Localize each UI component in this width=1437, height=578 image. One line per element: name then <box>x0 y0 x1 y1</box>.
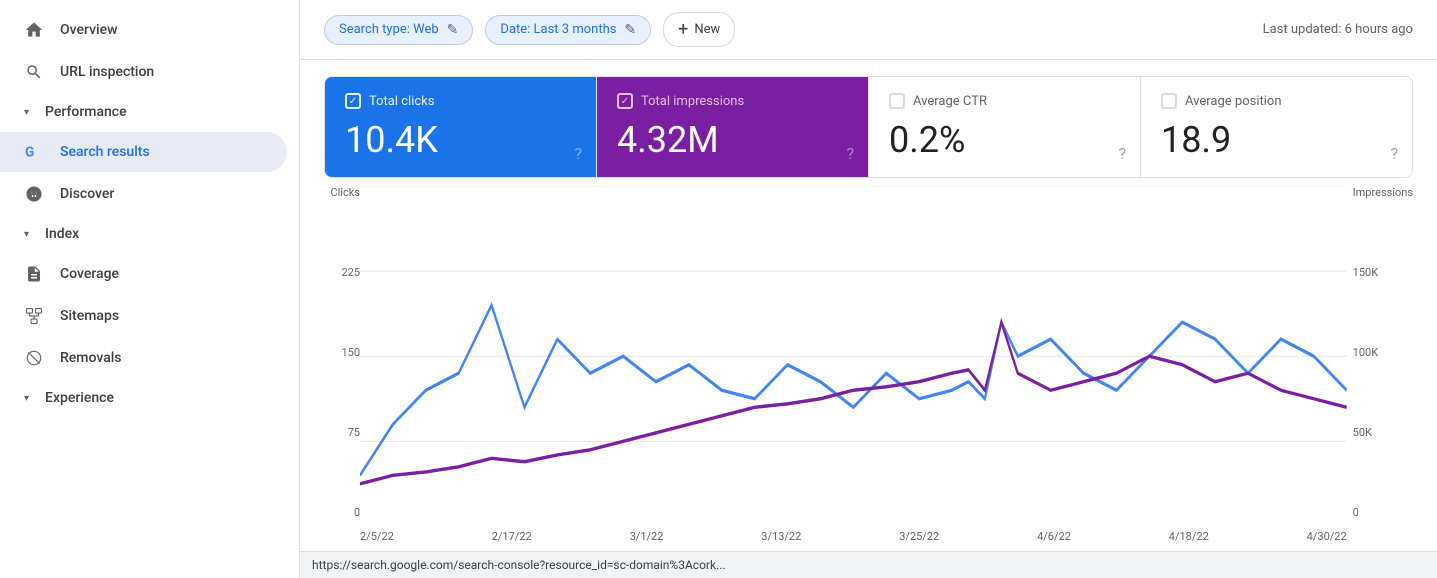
total-clicks-checkbox[interactable]: ✓ <box>345 93 361 109</box>
status-url: https://search.google.com/search-console… <box>312 558 726 572</box>
chart-x-label-7: 4/18/22 <box>1169 530 1209 543</box>
chevron-down-icon: ▾ <box>24 107 29 118</box>
sitemaps-icon <box>24 306 44 326</box>
chart-y-right-0: 0 <box>1353 506 1359 519</box>
sidebar-item-sitemaps[interactable]: Sitemaps <box>0 296 287 336</box>
sidebar-section-label: Performance <box>45 104 127 120</box>
chart-y-left-75: 75 <box>348 426 360 439</box>
sidebar-section-performance[interactable]: ▾ Performance <box>0 94 299 130</box>
chart-y-right-label: Impressions <box>1353 186 1413 199</box>
svg-text:G: G <box>25 145 34 161</box>
metric-value: 18.9 <box>1161 121 1392 161</box>
sidebar-item-label: URL inspection <box>60 64 154 80</box>
metric-value: 4.32M <box>617 121 848 161</box>
help-icon[interactable]: ? <box>574 144 582 163</box>
chart-y-right-150k: 150K <box>1353 266 1378 279</box>
sidebar-item-coverage[interactable]: Coverage <box>0 254 287 294</box>
chart-x-label-2: 2/17/22 <box>492 530 532 543</box>
search-type-filter[interactable]: Search type: Web ✎ <box>324 15 473 45</box>
sidebar-item-label: Sitemaps <box>60 308 119 324</box>
chart-y-left-label: Clicks <box>330 186 360 199</box>
chart-y-left-150: 150 <box>341 346 360 359</box>
edit-icon: ✎ <box>624 22 636 38</box>
metric-total-clicks[interactable]: ✓ Total clicks 10.4K ? <box>325 77 597 177</box>
sidebar-item-label: Coverage <box>60 266 119 282</box>
metric-value: 0.2% <box>889 121 1120 161</box>
chart-y-left-225: 225 <box>341 266 360 279</box>
chart-y-right-100k: 100K <box>1353 346 1378 359</box>
chevron-down-icon: ▾ <box>24 229 29 240</box>
sidebar-item-label: Overview <box>60 22 117 38</box>
sidebar-section-experience[interactable]: ▾ Experience <box>0 380 299 416</box>
impressions-line <box>360 322 1347 484</box>
sidebar-item-removals[interactable]: Removals <box>0 338 287 378</box>
metrics-row: ✓ Total clicks 10.4K ? ✓ Total impressio… <box>324 76 1413 178</box>
search-type-label: Search type: Web <box>339 22 439 37</box>
metric-label: Average position <box>1185 94 1282 109</box>
average-position-checkbox[interactable] <box>1161 93 1177 109</box>
sidebar-item-label: Search results <box>60 144 150 160</box>
google-g-icon: G <box>24 142 44 162</box>
metric-value: 10.4K <box>345 121 576 161</box>
topbar: Search type: Web ✎ Date: Last 3 months ✎… <box>300 0 1437 60</box>
metric-label: Total impressions <box>641 94 744 109</box>
average-ctr-checkbox[interactable] <box>889 93 905 109</box>
help-icon[interactable]: ? <box>846 144 854 163</box>
sidebar-item-search-results[interactable]: G Search results <box>0 132 287 172</box>
new-button-label: New <box>694 22 720 37</box>
sidebar-section-label: Index <box>45 226 79 242</box>
chart-x-label-1: 2/5/22 <box>360 530 394 543</box>
sidebar-item-url-inspection[interactable]: URL inspection <box>0 52 287 92</box>
metric-label: Average CTR <box>913 94 987 109</box>
chart-x-label-3: 3/1/22 <box>630 530 664 543</box>
sidebar-item-discover[interactable]: Discover <box>0 174 287 214</box>
metric-label: Total clicks <box>369 94 434 109</box>
chart-x-label-6: 4/6/22 <box>1037 530 1071 543</box>
chart-x-label-4: 3/13/22 <box>761 530 801 543</box>
sidebar-item-overview[interactable]: Overview <box>0 10 287 50</box>
performance-chart <box>360 186 1347 526</box>
sidebar-section-label: Experience <box>45 390 114 406</box>
sidebar-section-index[interactable]: ▾ Index <box>0 216 299 252</box>
sidebar: Overview URL inspection ▾ Performance G … <box>0 0 300 578</box>
search-icon <box>24 62 44 82</box>
new-button[interactable]: + New <box>663 12 735 47</box>
chevron-down-icon: ▾ <box>24 393 29 404</box>
help-icon[interactable]: ? <box>1118 144 1126 163</box>
metric-average-position[interactable]: Average position 18.9 ? <box>1141 77 1412 177</box>
sidebar-item-label: Discover <box>60 186 114 202</box>
metric-total-impressions[interactable]: ✓ Total impressions 4.32M ? <box>597 77 869 177</box>
help-icon[interactable]: ? <box>1390 144 1398 163</box>
statusbar: https://search.google.com/search-console… <box>300 551 1437 578</box>
coverage-icon <box>24 264 44 284</box>
plus-icon: + <box>678 19 688 40</box>
chart-area: Clicks 225 150 75 0 <box>300 178 1437 551</box>
home-icon <box>24 20 44 40</box>
chart-x-label-5: 3/25/22 <box>899 530 939 543</box>
main-content: Search type: Web ✎ Date: Last 3 months ✎… <box>300 0 1437 578</box>
edit-icon: ✎ <box>447 22 459 38</box>
sidebar-item-label: Removals <box>60 350 122 366</box>
chart-x-label-8: 4/30/22 <box>1307 530 1347 543</box>
chart-y-right-50k: 50K <box>1353 426 1372 439</box>
total-impressions-checkbox[interactable]: ✓ <box>617 93 633 109</box>
star-icon <box>24 184 44 204</box>
date-label: Date: Last 3 months <box>500 22 616 37</box>
last-updated-label: Last updated: 6 hours ago <box>1263 22 1413 37</box>
date-filter[interactable]: Date: Last 3 months ✎ <box>485 15 651 45</box>
metric-average-ctr[interactable]: Average CTR 0.2% ? <box>869 77 1141 177</box>
removals-icon <box>24 348 44 368</box>
